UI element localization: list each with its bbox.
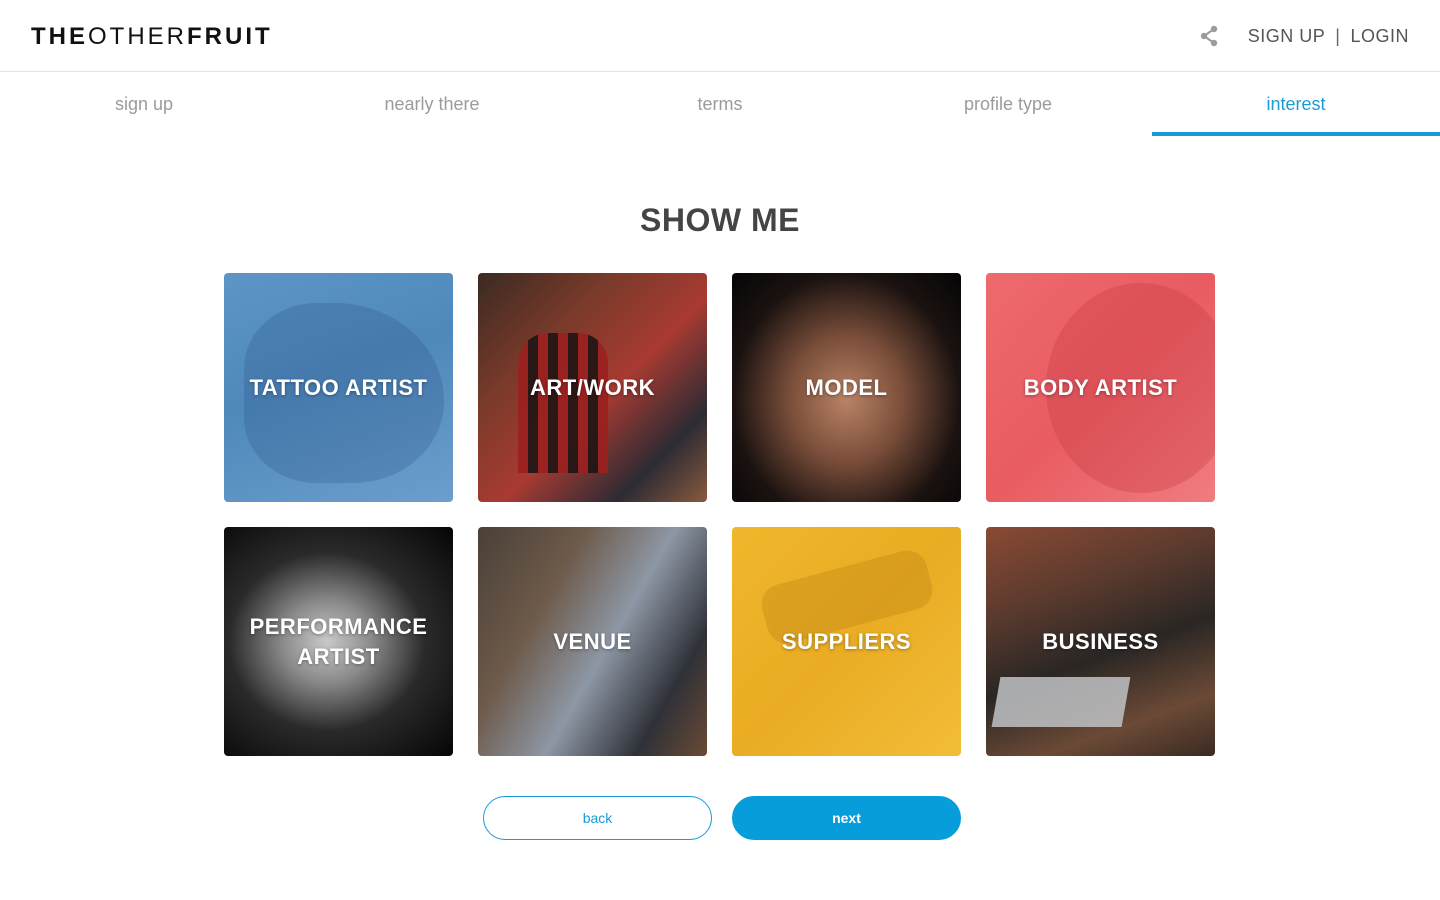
sign-up-link[interactable]: SIGN UP — [1248, 26, 1326, 46]
tile-label: TATTOO ARTIST — [249, 374, 428, 400]
top-header: THEOTHERFRUIT SIGN UP | LOGIN — [0, 0, 1440, 72]
tile-art-work[interactable]: ART/WORK — [478, 273, 707, 502]
tile-label: VENUE — [553, 628, 632, 654]
tile-label: SUPPLIERS — [781, 628, 912, 654]
back-button[interactable]: back — [483, 796, 712, 840]
tile-label: ART/WORK — [530, 374, 655, 400]
site-logo[interactable]: THEOTHERFRUIT — [31, 24, 273, 50]
step-sign-up[interactable]: sign up — [0, 72, 288, 136]
tile-label: BODY ARTIST — [1023, 374, 1178, 400]
logo-part-other: OTHER — [88, 23, 187, 50]
tile-suppliers[interactable]: SUPPLIERS — [732, 527, 961, 756]
step-profile-type[interactable]: profile type — [864, 72, 1152, 136]
tile-label: MODEL — [805, 374, 888, 400]
interest-grid: TATTOO ARTIST ART/WORK MODEL BODY ARTIST… — [224, 273, 1215, 756]
next-button[interactable]: next — [732, 796, 961, 840]
step-nearly-there[interactable]: nearly there — [288, 72, 576, 136]
tile-label: BUSINESS — [1042, 628, 1159, 654]
logo-part-fruit: FRUIT — [187, 23, 273, 50]
auth-links: SIGN UP | LOGIN — [1248, 25, 1409, 47]
login-link[interactable]: LOGIN — [1350, 26, 1409, 46]
tile-tattoo-artist[interactable]: TATTOO ARTIST — [224, 273, 453, 502]
share-icon[interactable] — [1197, 24, 1221, 48]
tile-model[interactable]: MODEL — [732, 273, 961, 502]
tile-body-artist[interactable]: BODY ARTIST — [986, 273, 1215, 502]
tile-performance-artist[interactable]: PERFORMANCE ARTIST — [224, 527, 453, 756]
page-title: SHOW ME — [640, 202, 800, 238]
tile-venue[interactable]: VENUE — [478, 527, 707, 756]
tile-label: PERFORMANCE ARTIST — [249, 613, 428, 669]
logo-part-the: THE — [31, 23, 88, 50]
step-interest[interactable]: interest — [1152, 72, 1440, 136]
signup-steps: sign up nearly there terms profile type … — [0, 72, 1440, 136]
auth-separator: | — [1335, 26, 1341, 46]
step-terms[interactable]: terms — [576, 72, 864, 136]
tile-business[interactable]: BUSINESS — [986, 527, 1215, 756]
